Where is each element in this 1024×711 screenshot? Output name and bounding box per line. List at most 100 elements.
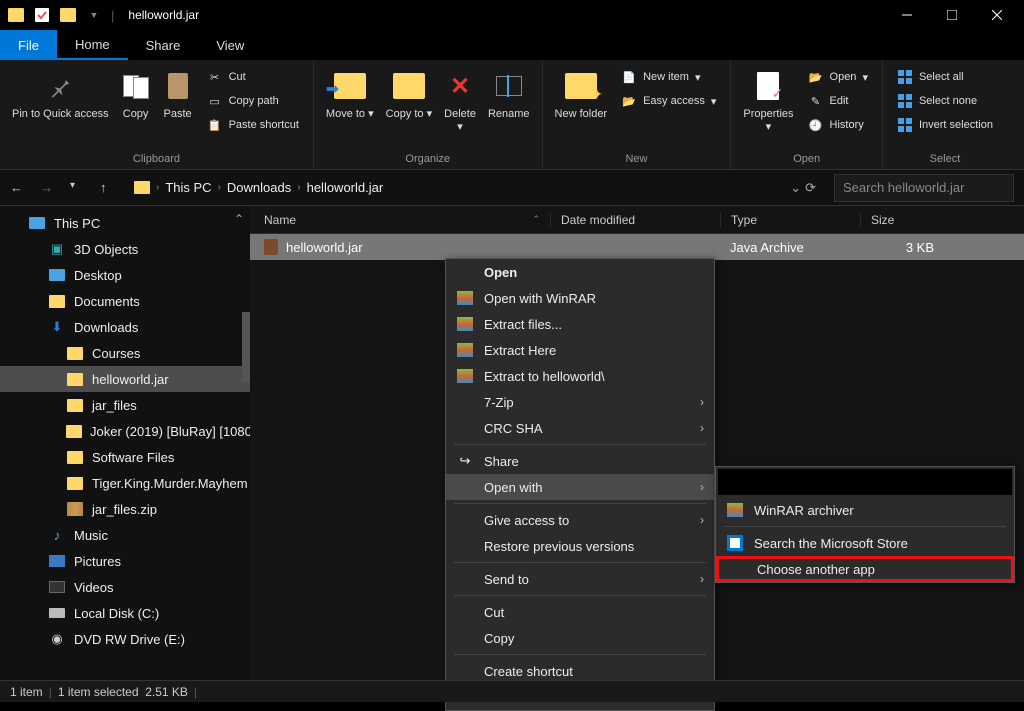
select-none-button[interactable]: Select none (893, 90, 997, 112)
cut-button[interactable]: ✂Cut (203, 66, 303, 88)
ctx-send-to[interactable]: Send to› (446, 566, 714, 592)
group-label-new: New (549, 151, 725, 167)
nav-tree: ⌃ This PC ▣3D Objects Desktop Documents … (0, 206, 250, 686)
search-input[interactable]: Search helloworld.jar (834, 174, 1014, 202)
invert-icon (897, 117, 913, 133)
ctx-7zip[interactable]: 7-Zip› (446, 389, 714, 415)
ctx-restore[interactable]: Restore previous versions (446, 533, 714, 559)
separator (454, 595, 706, 596)
address-dropdown-icon[interactable]: ⌄ (790, 180, 801, 196)
address-bar[interactable]: › This PC › Downloads › helloworld.jar ⌄… (126, 174, 824, 202)
group-label-select: Select (889, 151, 1001, 167)
ctx-copy[interactable]: Copy (446, 625, 714, 651)
column-date[interactable]: Date modified (550, 213, 720, 227)
new-folder-button[interactable]: ✦ New folder (549, 64, 614, 123)
tree-jar-files[interactable]: jar_files (0, 392, 250, 418)
tree-joker[interactable]: Joker (2019) [BluRay] [1080p] (0, 418, 250, 444)
tree-helloworld-jar[interactable]: helloworld.jar (0, 366, 250, 392)
tree-pictures[interactable]: Pictures (0, 548, 250, 574)
nav-up-button[interactable]: ↑ (100, 180, 116, 196)
ctx-cut[interactable]: Cut (446, 599, 714, 625)
tab-share[interactable]: Share (128, 30, 199, 60)
tree-documents[interactable]: Documents (0, 288, 250, 314)
new-item-button[interactable]: 📄New item ▾ (617, 66, 720, 88)
tree-music[interactable]: ♪Music (0, 522, 250, 548)
copy-button[interactable]: Copy (115, 64, 157, 123)
tree-dvd-drive[interactable]: ◉DVD RW Drive (E:) (0, 626, 250, 652)
refresh-button[interactable]: ⟳ (805, 180, 816, 196)
ctx-extract-to[interactable]: Extract to helloworld\ (446, 363, 714, 389)
qat-newfolder-icon[interactable] (57, 4, 79, 26)
sidebar-scrollbar[interactable] (242, 312, 250, 382)
tab-home[interactable]: Home (57, 30, 128, 60)
ctx-open-winrar[interactable]: Open with WinRAR (446, 285, 714, 311)
tree-downloads[interactable]: ⬇Downloads (0, 314, 250, 340)
group-label-clipboard: Clipboard (6, 151, 307, 167)
paste-button[interactable]: Paste (157, 64, 199, 123)
invert-selection-button[interactable]: Invert selection (893, 114, 997, 136)
tab-view[interactable]: View (198, 30, 262, 60)
column-name[interactable]: Name⌃ (250, 213, 550, 227)
tree-desktop[interactable]: Desktop (0, 262, 250, 288)
qat-prop-icon[interactable] (31, 4, 53, 26)
maximize-button[interactable] (929, 0, 974, 30)
separator (454, 444, 706, 445)
delete-button[interactable]: ✕ Delete▾ (438, 64, 482, 136)
breadcrumb-current[interactable]: helloworld.jar (307, 180, 384, 195)
qat-folder-icon[interactable] (5, 4, 27, 26)
collapse-tree-icon[interactable]: ⌃ (234, 212, 244, 226)
edit-button[interactable]: ✎Edit (804, 90, 872, 112)
tree-software-files[interactable]: Software Files (0, 444, 250, 470)
ctx-give-access[interactable]: Give access to› (446, 507, 714, 533)
open-button[interactable]: 📂Open ▾ (804, 66, 872, 88)
tree-this-pc[interactable]: This PC (0, 210, 250, 236)
move-to-button[interactable]: ➡ Move to ▾ (320, 64, 380, 123)
breadcrumb-this-pc[interactable]: This PC (165, 180, 211, 195)
nav-recent-button[interactable]: ▾ (70, 180, 86, 196)
search-placeholder: Search helloworld.jar (843, 180, 964, 195)
shortcut-icon: 📋 (207, 117, 223, 133)
column-headers: Name⌃ Date modified Type Size (250, 206, 1024, 234)
file-row[interactable]: helloworld.jar Java Archive 3 KB (250, 234, 1024, 260)
sub-choose-another[interactable]: Choose another app (716, 556, 1014, 582)
pin-quick-access-button[interactable]: Pin to Quick access (6, 64, 115, 123)
nav-back-button[interactable]: ← (10, 180, 26, 196)
history-button[interactable]: 🕘History (804, 114, 872, 136)
ctx-crc-sha[interactable]: CRC SHA› (446, 415, 714, 441)
group-label-open: Open (737, 151, 876, 167)
properties-button[interactable]: Properties▾ (737, 64, 799, 136)
copy-to-button[interactable]: Copy to ▾ (380, 64, 439, 123)
status-selection: 1 item selected 2.51 KB (58, 685, 188, 699)
ctx-open[interactable]: Open (446, 259, 714, 285)
tree-courses[interactable]: Courses (0, 340, 250, 366)
sub-store[interactable]: Search the Microsoft Store (716, 530, 1014, 556)
ctx-share[interactable]: ↪Share (446, 448, 714, 474)
tree-local-disk[interactable]: Local Disk (C:) (0, 600, 250, 626)
quick-access-toolbar: ▼ (5, 4, 105, 26)
ctx-extract-files[interactable]: Extract files... (446, 311, 714, 337)
ribbon-group-open: Properties▾ 📂Open ▾ ✎Edit 🕘History Open (731, 60, 883, 169)
paste-shortcut-button[interactable]: 📋Paste shortcut (203, 114, 303, 136)
nav-forward-button[interactable]: → (40, 180, 56, 196)
tree-videos[interactable]: Videos (0, 574, 250, 600)
close-button[interactable] (974, 0, 1019, 30)
easy-access-button[interactable]: 📂Easy access ▾ (617, 90, 720, 112)
tree-3d-objects[interactable]: ▣3D Objects (0, 236, 250, 262)
tree-tiger-king[interactable]: Tiger.King.Murder.Mayhem (0, 470, 250, 496)
ribbon-group-clipboard: Pin to Quick access Copy Paste ✂Cut ▭Cop… (0, 60, 314, 169)
ctx-extract-here[interactable]: Extract Here (446, 337, 714, 363)
tree-jar-files-zip[interactable]: jar_files.zip (0, 496, 250, 522)
qat-dropdown-icon[interactable]: ▼ (83, 4, 105, 26)
easy-access-icon: 📂 (621, 93, 637, 109)
chevron-right-icon: › (700, 513, 704, 527)
column-size[interactable]: Size (860, 213, 950, 227)
tab-file[interactable]: File (0, 30, 57, 60)
copy-path-button[interactable]: ▭Copy path (203, 90, 303, 112)
sub-winrar[interactable]: WinRAR archiver (716, 497, 1014, 523)
ctx-open-with[interactable]: Open with› (446, 474, 714, 500)
rename-button[interactable]: Rename (482, 64, 536, 123)
column-type[interactable]: Type (720, 213, 860, 227)
select-all-button[interactable]: Select all (893, 66, 997, 88)
breadcrumb-downloads[interactable]: Downloads (227, 180, 291, 195)
minimize-button[interactable] (884, 0, 929, 30)
